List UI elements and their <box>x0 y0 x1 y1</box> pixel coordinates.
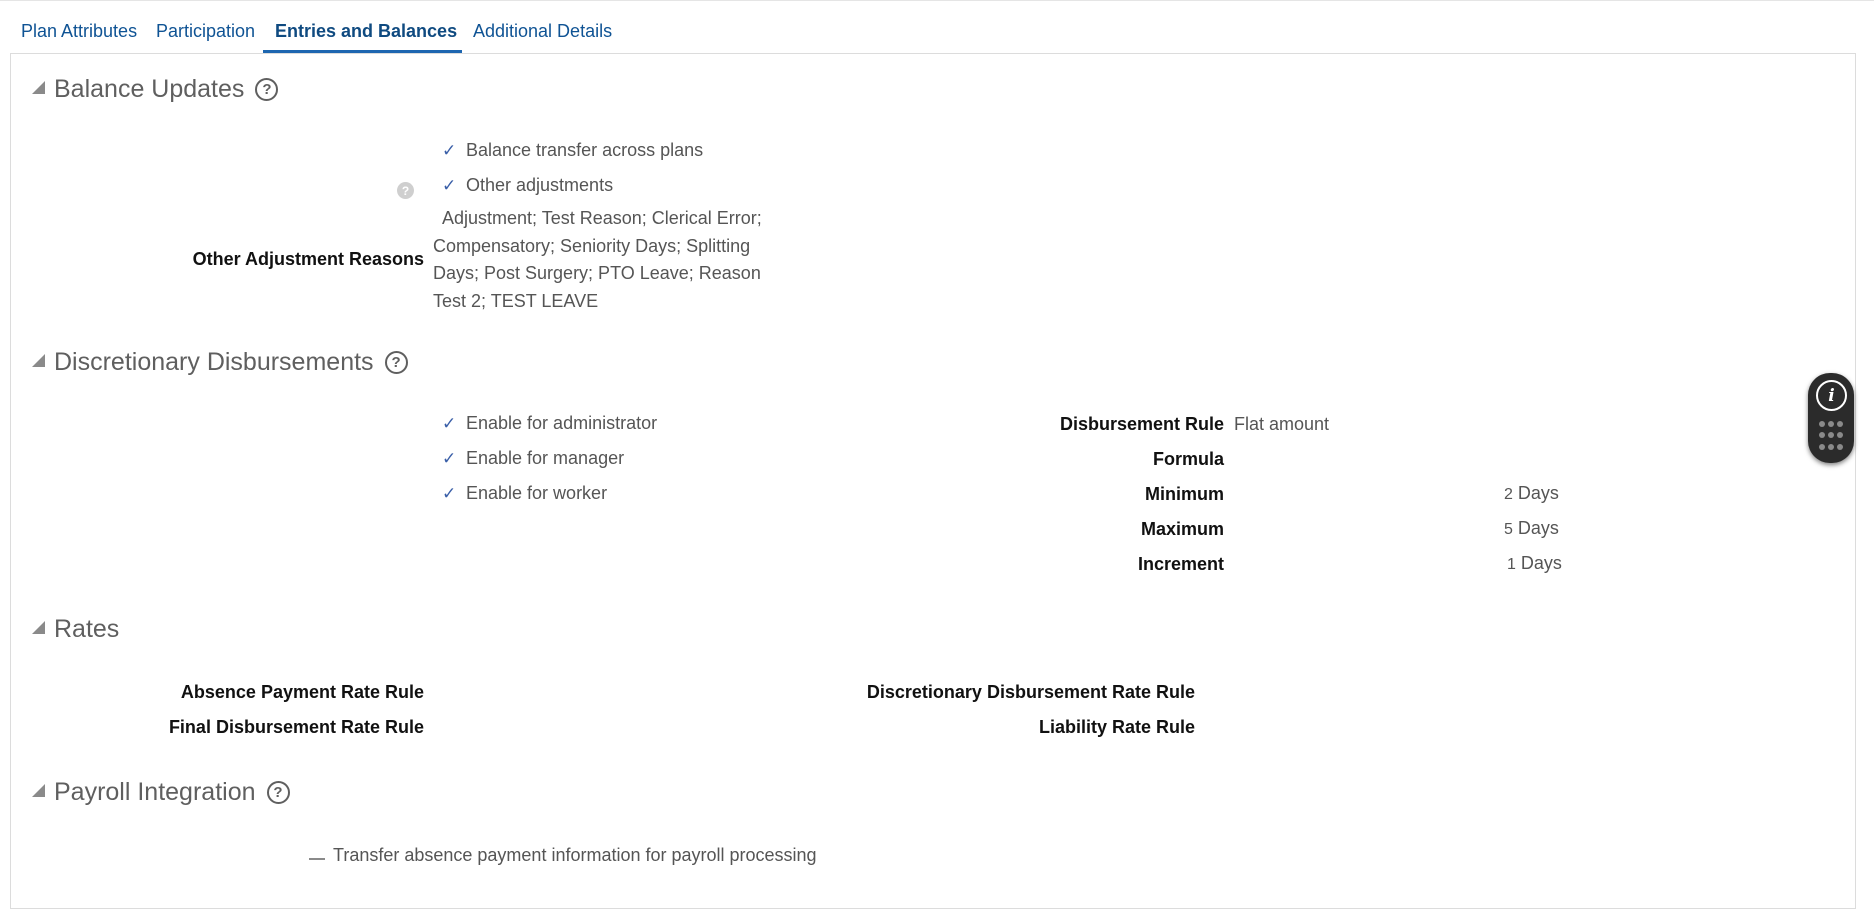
minimum-number: 2 <box>1504 486 1513 503</box>
transfer-absence-payment-label: Transfer absence payment information for… <box>333 845 817 865</box>
minimum-value: 2 Days <box>1504 483 1559 504</box>
tab-entries-and-balances[interactable]: Entries and Balances <box>275 21 457 42</box>
disbursement-rule-label: Disbursement Rule <box>1059 414 1224 434</box>
help-icon[interactable]: ? <box>266 781 290 804</box>
other-adjustment-reasons-value: Adjustment; Test Reason; Clerical Error;… <box>433 208 762 311</box>
check-label: Enable for administrator <box>466 413 658 433</box>
other-adjustment-reasons-label: Other Adjustment Reasons <box>192 249 424 269</box>
check-label: Enable for worker <box>466 483 608 503</box>
unit-label: Days <box>1520 553 1562 573</box>
check-label: Enable for manager <box>466 448 625 468</box>
increment-number: 1 <box>1507 556 1516 573</box>
rates-title: Rates <box>54 615 120 643</box>
maximum-number: 5 <box>1504 521 1513 538</box>
discretionary-disbursements-title: Discretionary Disbursements <box>54 348 374 376</box>
checkmark-icon: ✓ <box>442 413 457 433</box>
liability-rate-rule-label: Liability Rate Rule <box>1038 717 1195 737</box>
tab-bar: Plan Attributes Participation Entries an… <box>0 0 1874 55</box>
balance-updates-title: Balance Updates <box>54 75 245 103</box>
minimum-label: Minimum <box>1145 484 1224 504</box>
absence-payment-rate-rule-label: Absence Payment Rate Rule <box>180 682 424 702</box>
grid-menu-icon[interactable] <box>1819 421 1845 451</box>
tab-participation[interactable]: Participation <box>156 21 255 42</box>
final-disbursement-rate-rule-label: Final Disbursement Rate Rule <box>168 717 424 737</box>
formula-label: Formula <box>1152 449 1224 469</box>
checkmark-icon: ✓ <box>442 448 457 468</box>
payroll-integration-header: Payroll Integration ? <box>32 778 290 807</box>
check-label: Balance transfer across plans <box>466 140 704 160</box>
increment-value: 1 Days <box>1507 553 1562 574</box>
enable-manager-check: ✓ Enable for manager <box>442 448 624 469</box>
unchecked-dash-icon <box>309 858 325 860</box>
enable-admin-check: ✓ Enable for administrator <box>442 413 657 434</box>
info-icon[interactable]: i <box>1816 380 1847 411</box>
help-icon[interactable]: ? <box>255 78 279 101</box>
discretionary-disbursements-header: Discretionary Disbursements ? <box>32 348 408 377</box>
floating-help-widget[interactable]: i <box>1808 373 1854 463</box>
help-hint-icon[interactable]: ? <box>397 182 414 199</box>
balance-updates-header: Balance Updates ? <box>32 75 279 104</box>
tab-plan-attributes[interactable]: Plan Attributes <box>21 21 137 42</box>
checkmark-icon: ✓ <box>442 483 457 503</box>
checkmark-icon: ✓ <box>442 175 457 195</box>
check-label: Other adjustments <box>466 175 614 195</box>
checkmark-icon: ✓ <box>442 140 457 160</box>
increment-label: Increment <box>1137 554 1224 574</box>
enable-worker-check: ✓ Enable for worker <box>442 483 607 504</box>
unit-label: Days <box>1517 518 1559 538</box>
collapse-triangle-icon[interactable] <box>32 784 45 797</box>
collapse-triangle-icon[interactable] <box>32 354 45 367</box>
disbursement-rule-value: Flat amount <box>1234 414 1330 434</box>
payroll-integration-title: Payroll Integration <box>54 778 256 806</box>
discretionary-disbursement-rate-rule-label: Discretionary Disbursement Rate Rule <box>866 682 1195 702</box>
collapse-triangle-icon[interactable] <box>32 81 45 94</box>
unit-label: Days <box>1517 483 1559 503</box>
balance-transfer-check: ✓ Balance transfer across plans <box>442 140 703 161</box>
maximum-label: Maximum <box>1140 519 1224 539</box>
maximum-value: 5 Days <box>1504 518 1559 539</box>
tab-additional-details[interactable]: Additional Details <box>473 21 612 42</box>
collapse-triangle-icon[interactable] <box>32 621 45 634</box>
other-adjustments-check: ✓ Other adjustments <box>442 175 613 196</box>
rates-header: Rates <box>32 615 119 644</box>
help-icon[interactable]: ? <box>384 351 408 374</box>
